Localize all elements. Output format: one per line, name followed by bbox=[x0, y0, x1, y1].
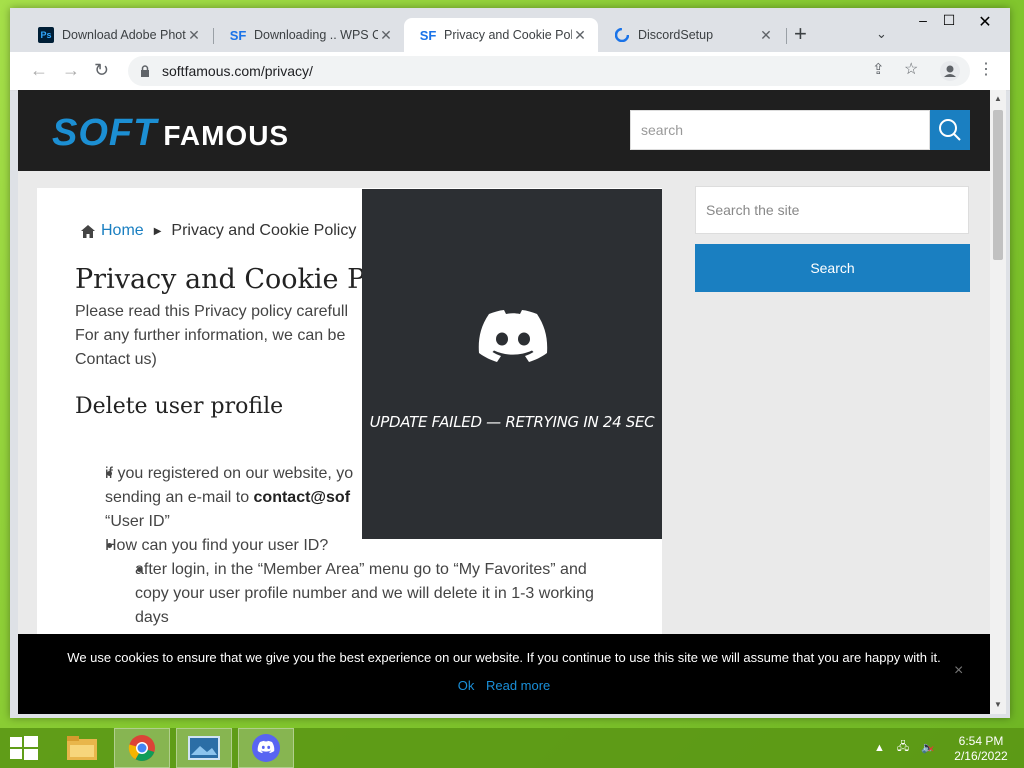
search-icon bbox=[939, 119, 961, 141]
system-tray: ▲ 🖧 🔈 ✕ bbox=[874, 738, 935, 757]
breadcrumb-home-link[interactable]: Home bbox=[101, 222, 144, 240]
cookie-read-more-link[interactable]: Read more bbox=[486, 678, 550, 693]
bookmark-star-icon[interactable]: ☆ bbox=[904, 59, 918, 79]
sub-list-item-line-2: copy your user profile number and we wil… bbox=[135, 585, 594, 602]
cookie-ok-button[interactable]: Ok bbox=[458, 678, 475, 693]
profile-avatar-icon[interactable] bbox=[940, 61, 960, 81]
minimize-icon[interactable]: – bbox=[910, 12, 936, 32]
sidebar-search-input[interactable]: Search the site bbox=[695, 186, 969, 234]
sub-list-item-line-3: days bbox=[135, 609, 169, 626]
list-item-1-prefix: sending an e-mail to bbox=[105, 489, 254, 506]
discord-logo-icon bbox=[478, 310, 548, 362]
discord-icon bbox=[614, 27, 630, 43]
list-item-1-line-1: if you registered on our website, yo bbox=[105, 465, 354, 482]
logo-famous-text: FAMOUS bbox=[163, 120, 290, 151]
tab-title: DiscordSetup bbox=[638, 28, 714, 42]
discord-icon bbox=[252, 734, 280, 762]
sub-list-item-line-1: after login, in the “Member Area” menu g… bbox=[135, 561, 587, 578]
softfamous-logo[interactable]: SOFT FAMOUS bbox=[52, 112, 289, 155]
discord-updater-window[interactable]: UPDATE FAILED — RETRYING IN 24 SEC bbox=[362, 189, 662, 539]
header-search-button[interactable] bbox=[930, 110, 970, 150]
taskbar-chrome[interactable] bbox=[114, 728, 170, 768]
delete-profile-heading: Delete user profile bbox=[75, 394, 284, 419]
photoshop-icon: Ps bbox=[38, 27, 54, 43]
close-tab-icon[interactable]: ✕ bbox=[758, 27, 774, 44]
url-text: softfamous.com/privacy/ bbox=[162, 63, 313, 79]
clock-date: 2/16/2022 bbox=[954, 749, 1008, 763]
softfamous-icon: SF bbox=[229, 27, 247, 43]
clock[interactable]: 6:54 PM 2/16/2022 bbox=[946, 734, 1016, 764]
tab-separator bbox=[786, 28, 787, 44]
file-explorer-icon bbox=[67, 736, 97, 760]
lock-icon bbox=[141, 65, 149, 77]
menu-kebab-icon[interactable]: ⋮ bbox=[978, 60, 994, 80]
close-tab-icon[interactable]: ✕ bbox=[572, 27, 588, 44]
close-window-icon[interactable]: ✕ bbox=[972, 12, 998, 32]
taskbar: ▲ 🖧 🔈 ✕ 6:54 PM 2/16/2022 bbox=[0, 728, 1024, 768]
address-bar[interactable]: softfamous.com/privacy/ ⇪ ☆ bbox=[128, 56, 970, 86]
home-icon bbox=[81, 224, 95, 238]
share-icon[interactable]: ⇪ bbox=[872, 60, 885, 78]
start-button[interactable] bbox=[10, 736, 38, 765]
softfamous-icon: SF bbox=[419, 27, 437, 43]
breadcrumb: Home ▶ Privacy and Cookie Policy bbox=[81, 222, 356, 240]
cookie-message: We use cookies to ensure that we give yo… bbox=[67, 650, 941, 665]
maximize-icon[interactable]: ☐ bbox=[936, 12, 962, 32]
tab-title: Privacy and Cookie Poli bbox=[444, 28, 572, 42]
tab-adobe-photoshop[interactable]: Ps Download Adobe Photo ✕ bbox=[22, 18, 212, 52]
back-icon[interactable]: ← bbox=[30, 60, 48, 80]
chrome-icon bbox=[128, 735, 155, 762]
logo-soft-text: SOFT bbox=[52, 112, 158, 154]
show-hidden-icons-icon[interactable]: ▲ bbox=[874, 742, 885, 754]
sidebar-search-button[interactable]: Search bbox=[695, 244, 970, 292]
tab-wps-office[interactable]: SF Downloading .. WPS Of ✕ bbox=[214, 18, 404, 52]
tab-title: Downloading .. WPS Of bbox=[254, 28, 378, 42]
network-icon[interactable]: 🖧 bbox=[897, 738, 909, 757]
volume-muted-icon[interactable]: 🔈 ✕ bbox=[921, 741, 935, 754]
intro-line-2: For any further information, we can be bbox=[75, 327, 346, 344]
site-header: SOFT FAMOUS search bbox=[18, 90, 990, 171]
contact-email-link[interactable]: contact@sof bbox=[254, 489, 351, 506]
intro-line-3: Contact us) bbox=[75, 351, 157, 368]
cookie-banner: We use cookies to ensure that we give yo… bbox=[18, 634, 990, 714]
tab-strip: Ps Download Adobe Photo ✕ SF Downloading… bbox=[10, 8, 1010, 52]
scroll-down-icon[interactable]: ▼ bbox=[994, 700, 1002, 709]
taskbar-file-explorer[interactable] bbox=[54, 728, 110, 768]
list-item-2: How can you find your user ID? bbox=[105, 537, 329, 554]
forward-icon[interactable]: → bbox=[62, 60, 80, 80]
new-tab-icon[interactable]: + bbox=[794, 23, 807, 45]
taskbar-photos[interactable] bbox=[176, 728, 232, 768]
intro-line-1: Please read this Privacy policy carefull bbox=[75, 303, 349, 320]
breadcrumb-caret-icon: ▶ bbox=[153, 225, 162, 237]
list-item-1-line-2: sending an e-mail to contact@sof bbox=[105, 486, 350, 510]
tab-discord-setup[interactable]: DiscordSetup ✕ bbox=[598, 18, 784, 52]
tab-title: Download Adobe Photo bbox=[62, 28, 186, 42]
close-tab-icon[interactable]: ✕ bbox=[378, 27, 394, 44]
header-search-input[interactable]: search bbox=[630, 110, 930, 150]
update-status-text: UPDATE FAILED — RETRYING IN 24 SEC bbox=[369, 413, 655, 431]
taskbar-discord[interactable] bbox=[238, 728, 294, 768]
clock-time: 6:54 PM bbox=[958, 734, 1004, 748]
list-item-1-line-3: “User ID” bbox=[105, 513, 170, 530]
scroll-up-icon[interactable]: ▲ bbox=[994, 94, 1002, 103]
cookie-close-icon[interactable]: × bbox=[954, 662, 963, 680]
windows-logo-icon bbox=[10, 736, 38, 760]
reload-icon[interactable]: ↻ bbox=[94, 60, 109, 80]
close-tab-icon[interactable]: ✕ bbox=[186, 27, 202, 44]
page-title: Privacy and Cookie Po bbox=[75, 264, 381, 295]
browser-toolbar: ← → ↻ softfamous.com/privacy/ ⇪ ☆ ⋮ bbox=[10, 52, 1010, 91]
cookie-actions: Ok Read more bbox=[18, 678, 990, 693]
page-scrollbar[interactable]: ▲ ▼ bbox=[990, 90, 1006, 714]
breadcrumb-current: Privacy and Cookie Policy bbox=[171, 222, 357, 239]
scroll-thumb[interactable] bbox=[993, 110, 1003, 260]
photos-icon bbox=[188, 736, 220, 760]
tab-search-chevron-icon[interactable]: ⌄ bbox=[876, 26, 887, 42]
tab-privacy-cookie-policy[interactable]: SF Privacy and Cookie Poli ✕ bbox=[404, 18, 598, 52]
